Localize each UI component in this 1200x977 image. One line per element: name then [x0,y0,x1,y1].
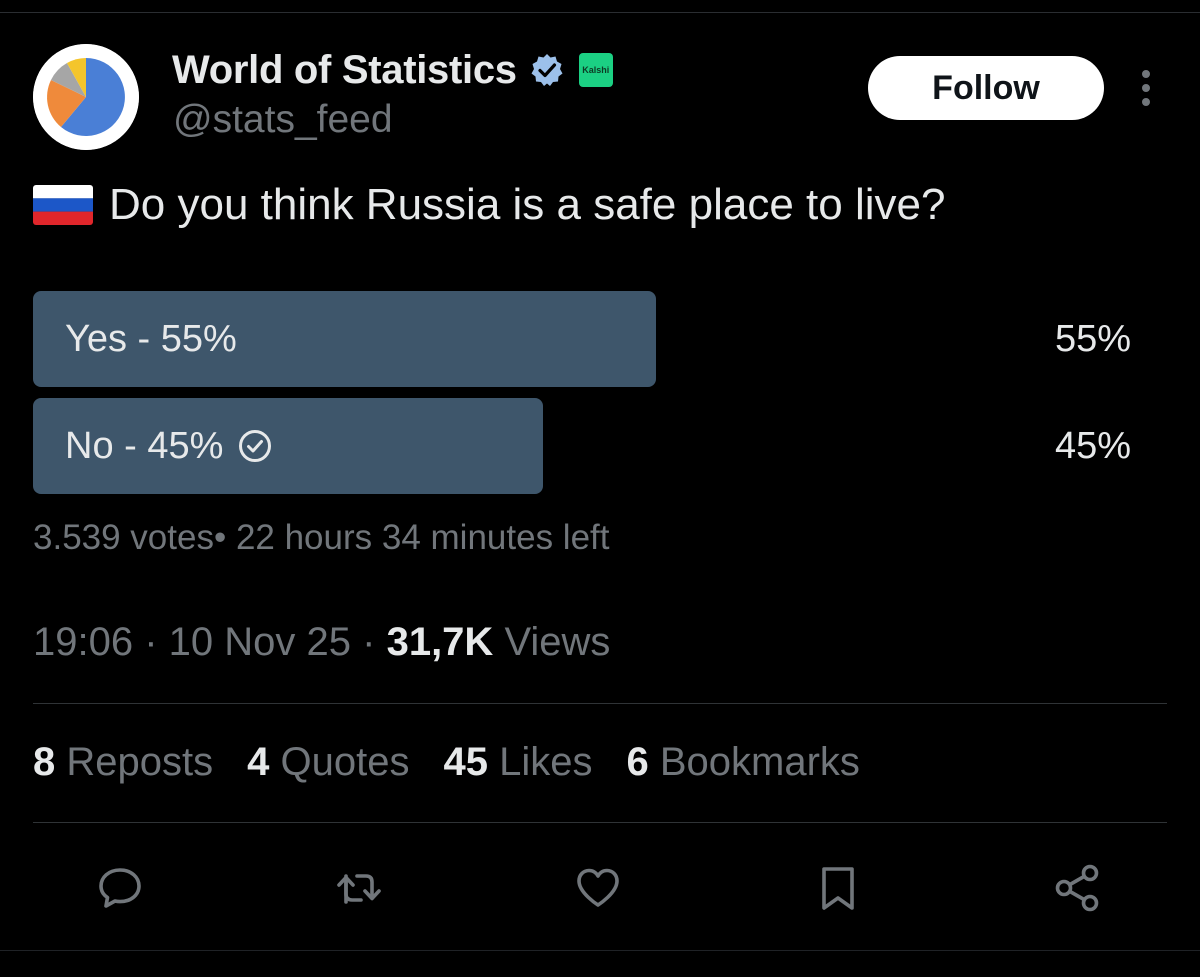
stat-count: 6 [626,740,649,784]
like-icon[interactable] [570,860,626,916]
poll-meta: 3.539 votes• 22 hours 34 minutes left [33,518,610,557]
views-label: Views [504,620,611,664]
russia-flag-icon [33,185,93,225]
poll-option-label: No - 45% [65,398,273,494]
author-handle[interactable]: @stats_feed [173,98,393,142]
stat-quotes[interactable]: 4 Quotes [247,740,409,785]
reply-icon[interactable] [92,860,148,916]
more-vertical-icon[interactable] [1132,68,1160,108]
stat-count: 45 [443,740,488,784]
poll-option-yes: Yes - 55% 55% [33,291,1133,387]
separator: · [362,620,387,664]
stat-bookmarks[interactable]: 6 Bookmarks [626,740,859,785]
verified-badge-icon [529,52,565,88]
post-text: Do you think Russia is a safe place to l… [33,180,945,230]
poll-option-percent: 55% [1054,317,1131,360]
share-icon[interactable] [1049,860,1105,916]
poll-option-percent: 45% [1054,424,1131,467]
stat-label: Quotes [280,740,410,784]
bottom-divider [0,950,1200,951]
check-circle-icon [237,428,273,464]
divider [33,822,1167,823]
divider [33,703,1167,704]
post-date[interactable]: 10 Nov 25 [169,620,351,664]
separator: · [144,620,169,664]
affiliate-badge[interactable]: Kalshi [578,53,613,87]
poll-option-label: Yes - 55% [65,291,237,387]
poll-option-yes-label: Yes - 55% [65,317,237,360]
follow-button[interactable]: Follow [868,56,1104,120]
stat-likes[interactable]: 45 Likes [443,740,592,785]
stat-label: Likes [499,740,593,784]
post-time[interactable]: 19:06 [33,620,133,664]
stat-label: Reposts [66,740,214,784]
top-divider [0,12,1200,13]
poll-question: Do you think Russia is a safe place to l… [109,180,946,229]
stat-count: 8 [33,740,56,784]
author-name[interactable]: World of Statistics [172,48,517,93]
repost-icon[interactable] [331,860,387,916]
pie-chart-avatar-icon [33,44,139,150]
affiliate-badge-label: Kalshi [582,65,610,75]
stat-reposts[interactable]: 8 Reposts [33,740,213,785]
views-count[interactable]: 31,7K [387,620,494,664]
post-timestamp: 19:06 · 10 Nov 25 · 31,7K Views [33,620,610,665]
poll-option-no: No - 45% 45% [33,398,1133,494]
poll-option-no-label: No - 45% [65,424,224,467]
engagement-stats: 8 Reposts 4 Quotes 45 Likes 6 Bookmarks [33,740,894,785]
bookmark-icon[interactable] [810,860,866,916]
stat-count: 4 [247,740,270,784]
avatar[interactable] [33,44,139,150]
stat-label: Bookmarks [659,740,860,784]
author-row: World of Statistics Kalshi [172,46,613,94]
